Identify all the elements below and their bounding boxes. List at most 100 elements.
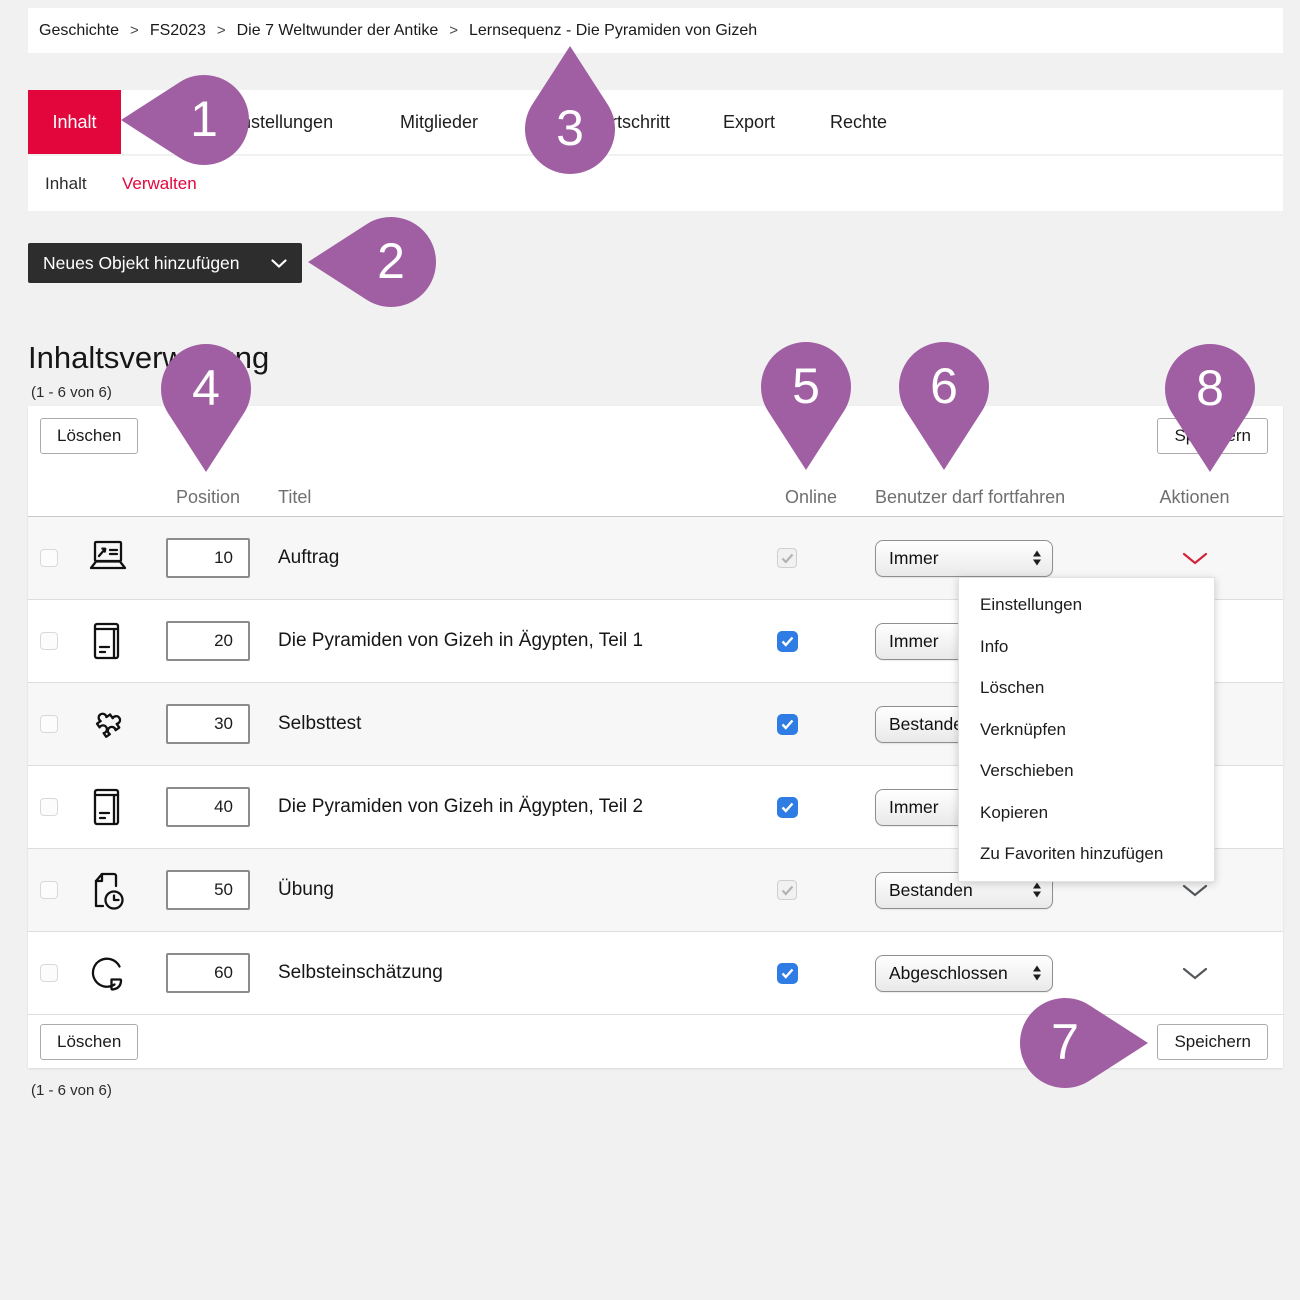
position-input[interactable] [166, 538, 250, 578]
actions-dropdown-toggle[interactable] [1106, 967, 1283, 980]
subtab-inhalt[interactable]: Inhalt [45, 156, 87, 211]
callout-number: 5 [792, 357, 820, 415]
select-arrows-icon [1033, 966, 1041, 981]
column-header-titel: Titel [278, 487, 766, 508]
callout-number: 1 [190, 90, 218, 148]
menu-item-info[interactable]: Info [959, 626, 1214, 668]
chevron-down-icon [1182, 884, 1208, 897]
online-checkbox[interactable] [777, 963, 798, 984]
delete-button-bottom[interactable]: Löschen [40, 1024, 138, 1060]
callout-marker-7: 7 [1018, 997, 1150, 1089]
continue-select-value: Immer [889, 631, 939, 652]
row-select-checkbox[interactable] [40, 964, 58, 982]
callout-number: 2 [377, 232, 405, 290]
tab-rechte[interactable]: Rechte [830, 90, 887, 154]
online-checkbox[interactable] [777, 714, 798, 735]
online-checkbox-disabled[interactable] [777, 880, 797, 900]
tab-export[interactable]: Export [723, 90, 775, 154]
callout-marker-2: 2 [306, 216, 438, 308]
breadcrumb-item[interactable]: FS2023 [150, 22, 206, 40]
object-title[interactable]: Auftrag [278, 547, 766, 569]
callout-marker-5: 5 [760, 340, 852, 472]
continue-select-value: Abgeschlossen [889, 963, 1008, 984]
callout-number: 6 [930, 357, 958, 415]
menu-item-verschieben[interactable]: Verschieben [959, 750, 1214, 792]
file-clock-icon [86, 868, 128, 912]
continue-select-value: Immer [889, 797, 939, 818]
actions-dropdown-toggle[interactable] [1106, 552, 1283, 565]
checkmark-icon [781, 719, 794, 730]
callout-number: 3 [556, 99, 584, 157]
breadcrumb: Geschichte > FS2023 > Die 7 Weltwunder d… [28, 8, 1283, 53]
online-checkbox-disabled[interactable] [777, 548, 797, 568]
callout-marker-6: 6 [898, 340, 990, 472]
delete-button-top[interactable]: Löschen [40, 418, 138, 454]
menu-item-einstellungen[interactable]: Einstellungen [959, 584, 1214, 626]
row-select-checkbox[interactable] [40, 798, 58, 816]
checkmark-icon [781, 885, 794, 896]
breadcrumb-item[interactable]: Lernsequenz - Die Pyramiden von Gizeh [469, 22, 757, 40]
actions-dropdown-toggle[interactable] [1106, 884, 1283, 897]
column-header-online: Online [766, 487, 856, 508]
continue-select[interactable]: Immer [875, 540, 1053, 577]
select-arrows-icon [1033, 551, 1041, 566]
result-range-top: (1 - 6 von 6) [31, 384, 112, 401]
checkmark-icon [781, 802, 794, 813]
row-select-checkbox[interactable] [40, 632, 58, 650]
continue-select-value: Bestanden [889, 880, 973, 901]
select-arrows-icon [1033, 883, 1041, 898]
table-header-row: Position Titel Online Benutzer darf fort… [28, 478, 1283, 517]
callout-marker-1: 1 [119, 74, 251, 166]
row-select-checkbox[interactable] [40, 549, 58, 567]
breadcrumb-separator: > [449, 22, 458, 39]
online-checkbox[interactable] [777, 631, 798, 652]
menu-item-verknuepfen[interactable]: Verknüpfen [959, 709, 1214, 751]
position-input[interactable] [166, 953, 250, 993]
add-object-label: Neues Objekt hinzufügen [43, 253, 240, 274]
menu-item-loeschen[interactable]: Löschen [959, 667, 1214, 709]
row-select-checkbox[interactable] [40, 715, 58, 733]
object-title[interactable]: Übung [278, 879, 766, 901]
continue-select[interactable]: Abgeschlossen [875, 955, 1053, 992]
chevron-down-icon [1182, 552, 1208, 565]
callout-number: 7 [1051, 1013, 1079, 1071]
callout-number: 8 [1196, 359, 1224, 417]
breadcrumb-item[interactable]: Geschichte [39, 22, 119, 40]
continue-select-value: Immer [889, 548, 939, 569]
object-title[interactable]: Die Pyramiden von Gizeh in Ägypten, Teil… [278, 630, 766, 652]
checkmark-icon [781, 968, 794, 979]
callout-marker-4: 4 [160, 342, 252, 474]
learning-module-icon [89, 786, 125, 828]
tab-mitglieder[interactable]: Mitglieder [400, 90, 478, 154]
checkmark-icon [781, 636, 794, 647]
row-select-checkbox[interactable] [40, 881, 58, 899]
callout-number: 4 [192, 359, 220, 417]
position-input[interactable] [166, 787, 250, 827]
position-input[interactable] [166, 621, 250, 661]
save-button-bottom[interactable]: Speichern [1157, 1024, 1268, 1060]
tab-inhalt[interactable]: Inhalt [28, 90, 121, 154]
callout-marker-3: 3 [524, 44, 616, 176]
chevron-down-icon [271, 259, 287, 268]
callout-marker-8: 8 [1164, 342, 1256, 474]
menu-item-kopieren[interactable]: Kopieren [959, 792, 1214, 834]
pie-wedge-icon [86, 952, 128, 994]
column-header-aktionen: Aktionen [1106, 487, 1283, 508]
breadcrumb-item[interactable]: Die 7 Weltwunder der Antike [237, 22, 439, 40]
breadcrumb-separator: > [217, 22, 226, 39]
column-header-continue: Benutzer darf fortfahren [856, 487, 1106, 508]
breadcrumb-separator: > [130, 22, 139, 39]
position-input[interactable] [166, 704, 250, 744]
object-title[interactable]: Selbsteinschätzung [278, 962, 766, 984]
checkmark-icon [781, 553, 794, 564]
position-input[interactable] [166, 870, 250, 910]
object-title[interactable]: Selbsttest [278, 713, 766, 735]
online-checkbox[interactable] [777, 797, 798, 818]
object-title[interactable]: Die Pyramiden von Gizeh in Ägypten, Teil… [278, 796, 766, 818]
laptop-chart-icon [84, 537, 130, 579]
puzzle-icon [86, 703, 128, 745]
column-header-position: Position [138, 487, 278, 508]
menu-item-zu-favoriten[interactable]: Zu Favoriten hinzufügen [959, 833, 1214, 875]
add-object-button[interactable]: Neues Objekt hinzufügen [28, 243, 302, 283]
chevron-down-icon [1182, 967, 1208, 980]
